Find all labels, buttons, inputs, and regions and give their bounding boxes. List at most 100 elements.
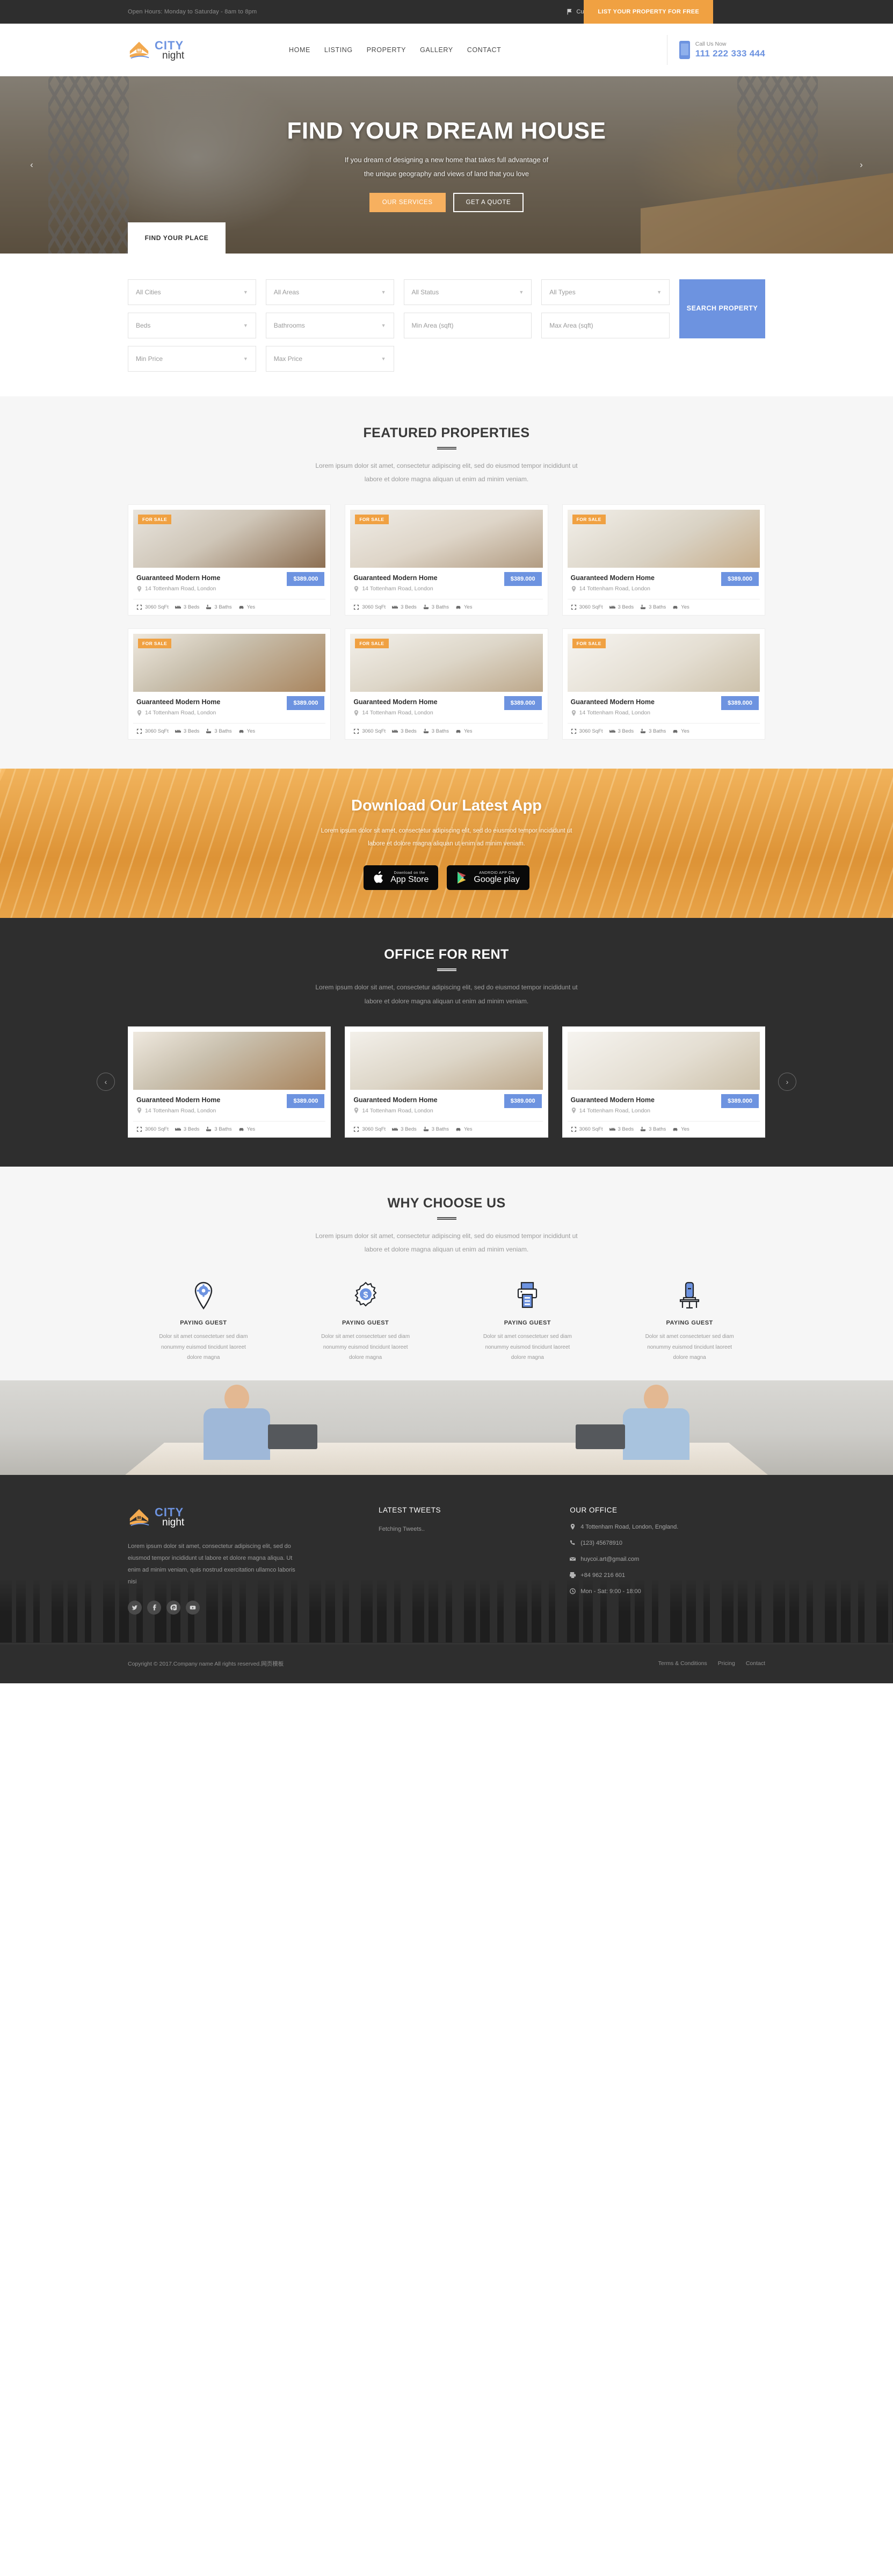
office-card[interactable]: Guaranteed Modern Home 14 Tottenham Road… (345, 1026, 548, 1138)
office-carousel: ‹ › Guaranteed Modern Home 14 Tottenham … (97, 1026, 796, 1138)
facebook-icon[interactable] (147, 1600, 161, 1615)
hero-title: FIND YOUR DREAM HOUSE (287, 118, 606, 144)
why-desc-line2: nonummy euismod tincidunt laoreet (161, 1344, 246, 1350)
footer-link-contact[interactable]: Contact (746, 1660, 765, 1667)
search-field-min-area[interactable]: Min Area (sqft) (403, 313, 532, 338)
search-field-all-status[interactable]: All Status ▼ (403, 279, 532, 305)
nav-item-gallery[interactable]: GALLERY (420, 46, 453, 54)
property-card[interactable]: FOR SALE Guaranteed Modern Home 14 Totte… (345, 504, 548, 616)
feature-baths-text: 3 Baths (214, 604, 232, 611)
car-icon (673, 730, 678, 734)
mobile-phone-icon (679, 41, 690, 59)
twitter-icon[interactable] (128, 1600, 142, 1615)
property-card[interactable]: FOR SALE Guaranteed Modern Home 14 Totte… (128, 504, 331, 616)
get-a-quote-button[interactable]: GET A QUOTE (453, 193, 524, 212)
list-property-button[interactable]: LIST YOUR PROPERTY FOR FREE (584, 0, 713, 24)
office-card-address: 14 Tottenham Road, London (571, 1108, 757, 1114)
site-logo[interactable]: CITY night (128, 39, 184, 61)
feature-beds: 3 Beds (609, 1126, 634, 1132)
pinterest-icon[interactable] (166, 1600, 180, 1615)
search-field-all-cities[interactable]: All Cities ▼ (128, 279, 256, 305)
feature-sqft: 3060 SqFt (353, 728, 386, 734)
property-features: 3060 SqFt 3 Beds 3 Baths Yes (567, 599, 760, 615)
feature-baths-text: 3 Baths (214, 728, 232, 735)
office-fax-line: +84 962 216 601 (570, 1572, 765, 1579)
why-feature-title: PAYING GUEST (180, 1320, 227, 1327)
search-field-all-types[interactable]: All Types ▼ (541, 279, 670, 305)
property-features: 3060 SqFt 3 Beds 3 Baths Yes (567, 723, 760, 739)
property-features: 3060 SqFt 3 Beds 3 Baths Yes (133, 723, 326, 739)
office-next-button[interactable]: › (778, 1073, 796, 1091)
bath-icon (206, 729, 212, 734)
footer-logo[interactable]: CITY night (128, 1506, 357, 1529)
why-features-grid: PAYING GUEST Dolor sit amet consectetuer… (128, 1279, 765, 1363)
feature-garage: Yes (455, 728, 472, 734)
status-badge: FOR SALE (138, 515, 172, 525)
office-for-rent-section: OFFICE FOR RENT Lorem ipsum dolor sit am… (0, 918, 893, 1167)
hero-next-button[interactable]: › (852, 156, 870, 174)
office-card[interactable]: Guaranteed Modern Home 14 Tottenham Road… (562, 1026, 765, 1138)
app-subtitle: Lorem ipsum dolor sit amet, consectetur … (321, 824, 572, 850)
office-card[interactable]: Guaranteed Modern Home 14 Tottenham Road… (128, 1026, 331, 1138)
why-feature-title: PAYING GUEST (666, 1320, 713, 1327)
footer-link-terms[interactable]: Terms & Conditions (658, 1660, 707, 1667)
office-subtitle-line1: Lorem ipsum dolor sit amet, consectetur … (315, 983, 578, 992)
property-card[interactable]: FOR SALE Guaranteed Modern Home 14 Totte… (562, 504, 765, 616)
bed-icon (175, 1127, 181, 1131)
property-card[interactable]: FOR SALE Guaranteed Modern Home 14 Totte… (128, 628, 331, 740)
feature-garage-text: Yes (681, 604, 689, 611)
why-desc-line2: nonummy euismod tincidunt laoreet (647, 1344, 732, 1350)
top-bar: Open Hours: Monday to Saturday - 8am to … (0, 0, 893, 24)
property-card[interactable]: FOR SALE Guaranteed Modern Home 14 Totte… (562, 628, 765, 740)
title-divider (437, 968, 456, 972)
why-icon-wrap: $ (290, 1279, 441, 1312)
find-your-place-tab[interactable]: FIND YOUR PLACE (128, 222, 226, 254)
nav-item-property[interactable]: PROPERTY (367, 46, 406, 54)
office-prev-button[interactable]: ‹ (97, 1073, 115, 1091)
office-address-line: 4 Tottenham Road, London, England. (570, 1524, 765, 1530)
feature-beds: 3 Beds (392, 1126, 417, 1132)
app-store-button[interactable]: Download on the App Store (364, 865, 439, 891)
area-icon (571, 1126, 576, 1132)
nav-item-contact[interactable]: CONTACT (467, 46, 502, 54)
footer-link-pricing[interactable]: Pricing (718, 1660, 735, 1667)
google-play-button[interactable]: ANDROID APP ON Google play (447, 865, 529, 891)
feature-garage: Yes (672, 728, 689, 734)
our-office-heading: OUR OFFICE (570, 1506, 618, 1514)
youtube-icon[interactable] (186, 1600, 200, 1615)
search-property-button[interactable]: SEARCH PROPERTY (679, 279, 765, 338)
person-head (644, 1384, 669, 1412)
office-hours-text: Mon - Sat: 9:00 - 18:00 (580, 1588, 641, 1595)
feature-baths: 3 Baths (640, 728, 666, 734)
our-services-button[interactable]: OUR SERVICES (369, 193, 446, 212)
call-us-number[interactable]: 111 222 333 444 (695, 48, 765, 59)
feature-sqft-text: 3060 SqFt (579, 604, 603, 611)
call-us-label: Call Us Now (695, 41, 727, 47)
search-field-min-price[interactable]: Min Price ▼ (128, 346, 256, 372)
call-us-block[interactable]: Call Us Now 111 222 333 444 (666, 35, 765, 65)
feature-sqft-text: 3060 SqFt (362, 1126, 386, 1132)
property-card[interactable]: FOR SALE Guaranteed Modern Home 14 Totte… (345, 628, 548, 740)
office-address-text: 14 Tottenham Road, London (579, 1107, 650, 1114)
nav-item-listing[interactable]: LISTING (324, 46, 353, 54)
office-email-line[interactable]: huycoi.art@gmail.com (570, 1556, 765, 1562)
property-price: $389.000 (721, 572, 759, 587)
office-phone-line[interactable]: (123) 45678910 (570, 1540, 765, 1546)
hero-prev-button[interactable]: ‹ (23, 156, 41, 174)
search-field-beds[interactable]: Beds ▼ (128, 313, 256, 338)
search-field-max-price[interactable]: Max Price ▼ (265, 346, 394, 372)
search-field-all-areas[interactable]: All Areas ▼ (265, 279, 394, 305)
why-desc-line3: dolore magna (187, 1355, 220, 1361)
feature-garage: Yes (238, 728, 255, 734)
app-content: Download Our Latest App Lorem ipsum dolo… (0, 769, 893, 918)
nav-item-home[interactable]: HOME (289, 46, 310, 54)
why-desc-line2: nonummy euismod tincidunt laoreet (323, 1344, 408, 1350)
bed-icon (175, 606, 181, 609)
area-icon (136, 729, 142, 734)
search-field-bathrooms[interactable]: Bathrooms ▼ (265, 313, 394, 338)
feature-sqft-text: 3060 SqFt (145, 1126, 169, 1132)
feature-beds-text: 3 Beds (618, 728, 634, 735)
bed-icon (609, 730, 615, 733)
search-field-max-area[interactable]: Max Area (sqft) (541, 313, 670, 338)
bath-icon (423, 605, 429, 610)
